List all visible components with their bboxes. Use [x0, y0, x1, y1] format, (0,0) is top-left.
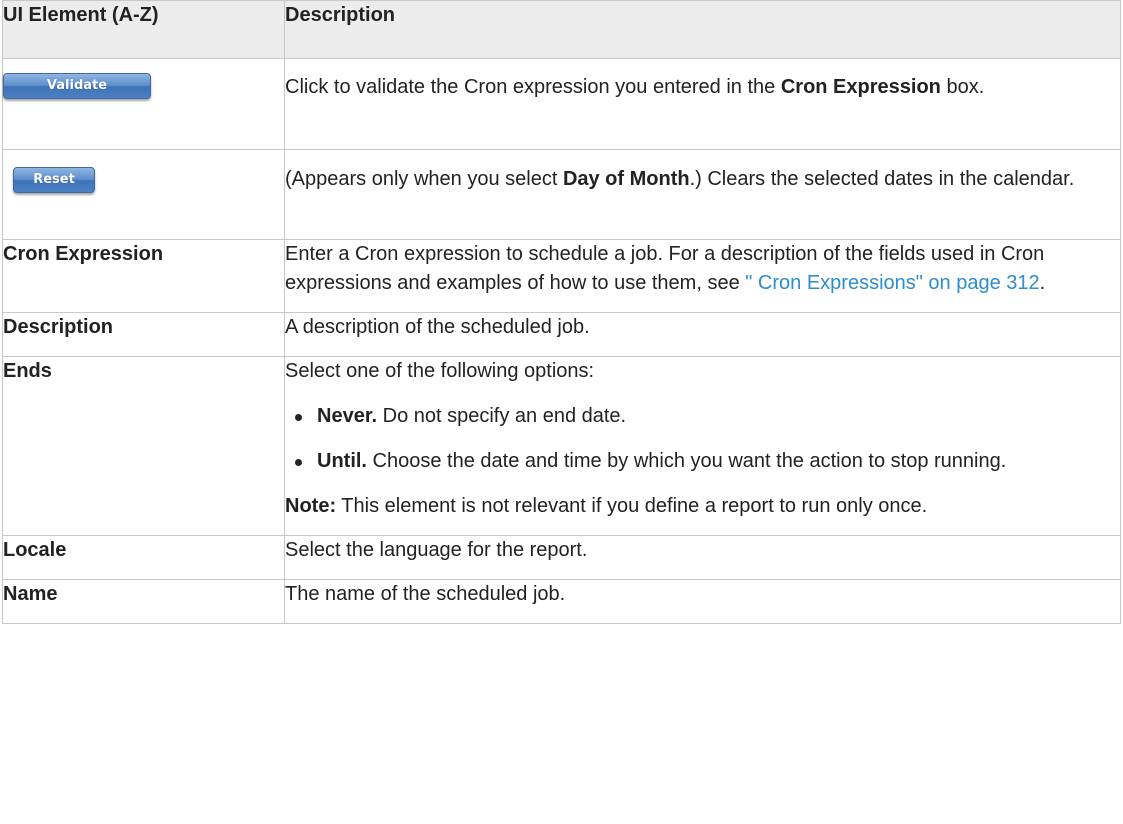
table-row-description: Description A description of the schedul… [2, 312, 1121, 357]
column-header-ui-element: UI Element (A-Z) [2, 0, 285, 59]
description-cell-locale: Select the language for the report. [284, 535, 1121, 580]
table-row-locale: Locale Select the language for the repor… [2, 535, 1121, 580]
reset-button[interactable]: Reset [13, 167, 95, 193]
element-cell-description: Description [2, 312, 285, 357]
description-cell-reset: (Appears only when you select Day of Mon… [284, 149, 1121, 240]
table-row-ends: Ends Select one of the following options… [2, 356, 1121, 536]
ends-note: Note: This element is not relevant if yo… [285, 492, 1120, 521]
validate-desc-end: box. [940, 76, 985, 98]
column-header-description: Description [284, 0, 1121, 59]
list-item: Until. Choose the date and time by which… [295, 447, 1120, 476]
description-cell-name: The name of the scheduled job. [284, 579, 1121, 624]
element-cell-cron-expression: Cron Expression [2, 239, 285, 313]
table-row-reset: Reset (Appears only when you select Day … [2, 149, 1121, 240]
list-item: Never. Do not specify an end date. [295, 402, 1120, 431]
cron-desc-end: . [1039, 272, 1046, 294]
element-cell-reset: Reset [2, 149, 285, 240]
reset-desc-end: .) Clears the selected dates in the cale… [689, 168, 1075, 190]
description-cell-validate: Click to validate the Cron expression yo… [284, 58, 1121, 150]
option-text: Choose the date and time by which you wa… [367, 450, 1007, 472]
option-text: Do not specify an end date. [377, 405, 627, 427]
ends-intro: Select one of the following options: [285, 360, 595, 382]
reset-desc-text: (Appears only when you select [285, 168, 563, 190]
element-cell-validate: Validate [2, 58, 285, 150]
note-label: Note: [285, 495, 337, 517]
reset-desc-bold: Day of Month [562, 168, 690, 190]
bullet-icon [295, 414, 302, 421]
validate-button[interactable]: Validate [3, 73, 151, 99]
table-header-row: UI Element (A-Z) Description [2, 0, 1121, 59]
description-cell-cron-expression: Enter a Cron expression to schedule a jo… [284, 239, 1121, 313]
description-cell-ends: Select one of the following options: Nev… [284, 356, 1121, 536]
description-cell-description: A description of the scheduled job. [284, 312, 1121, 357]
option-label: Never. [317, 405, 378, 427]
element-cell-ends: Ends [2, 356, 285, 536]
note-text: This element is not relevant if you defi… [336, 495, 928, 517]
validate-desc-text: Click to validate the Cron expression yo… [285, 76, 781, 98]
ui-elements-table: UI Element (A-Z) Description Validate Cl… [2, 0, 1121, 624]
table-row-validate: Validate Click to validate the Cron expr… [2, 58, 1121, 150]
option-label: Until. [317, 450, 367, 472]
table-row-name: Name The name of the scheduled job. [2, 579, 1121, 624]
validate-desc-bold: Cron Expression [780, 76, 941, 98]
ends-options-list: Never. Do not specify an end date. Until… [285, 402, 1120, 476]
element-cell-name: Name [2, 579, 285, 624]
cron-expressions-link[interactable]: " Cron Expressions" on page 312 [745, 272, 1039, 294]
table-row-cron-expression: Cron Expression Enter a Cron expression … [2, 239, 1121, 313]
bullet-icon [295, 459, 302, 466]
element-cell-locale: Locale [2, 535, 285, 580]
